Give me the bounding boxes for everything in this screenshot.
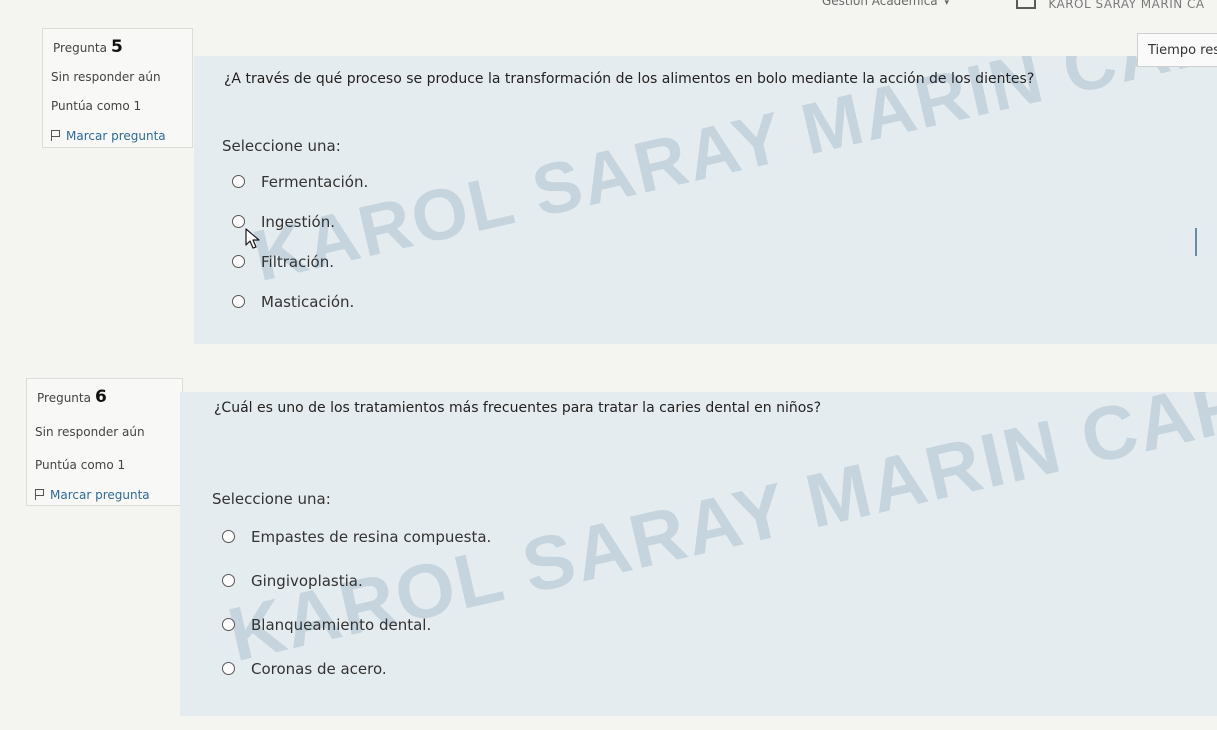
question-number: Pregunta 5 (53, 37, 123, 57)
timer-box: Tiempo res (1137, 33, 1217, 67)
question-content: KAROL SARAY MARIN CARRE ¿Cuál es uno de … (180, 392, 1217, 716)
side-decoration (1185, 210, 1217, 320)
flag-label: Marcar pregunta (66, 129, 166, 143)
question-info: Pregunta 6 Sin responder aún Puntúa como … (26, 378, 183, 506)
select-one-label: Seleccione una: (222, 137, 341, 155)
question-info: Pregunta 5 Sin responder aún Puntúa como … (42, 28, 193, 148)
answer-option[interactable]: Empastes de resina compuesta. (222, 528, 491, 572)
answer-option[interactable]: Filtración. (232, 253, 368, 293)
radio-empty-icon[interactable] (222, 530, 235, 543)
answer-option[interactable]: Coronas de acero. (222, 660, 491, 704)
question-text: ¿Cuál es uno de los tratamientos más fre… (214, 400, 822, 416)
question-grade: Puntúa como 1 (51, 99, 142, 113)
select-one-label: Seleccione una: (212, 490, 331, 508)
question-6: Pregunta 6 Sin responder aún Puntúa como … (0, 376, 1217, 716)
radio-empty-icon[interactable] (222, 574, 235, 587)
flag-label: Marcar pregunta (50, 488, 150, 502)
question-text: ¿A través de qué proceso se produce la t… (224, 71, 1035, 87)
user-menu[interactable]: KAROL SARAY MARIN CA (1016, 0, 1205, 11)
chevron-down-icon: ▾ (944, 0, 950, 8)
question-number: Pregunta 6 (37, 387, 107, 407)
timer-label: Tiempo res (1148, 43, 1217, 58)
radio-empty-icon[interactable] (232, 175, 245, 188)
top-navbar: Gestión Académica ▾ KAROL SARAY MARIN CA (0, 0, 1217, 14)
answer-option[interactable]: Fermentación. (232, 173, 368, 213)
flag-question-link[interactable]: Marcar pregunta (35, 488, 150, 502)
question-grade: Puntúa como 1 (35, 458, 126, 472)
flag-question-link[interactable]: Marcar pregunta (51, 129, 166, 143)
answer-list: Fermentación. Ingestión. Filtración. Mas… (232, 173, 368, 333)
answer-option[interactable]: Blanqueamiento dental. (222, 616, 491, 660)
question-state: Sin responder aún (35, 425, 145, 439)
watermark-text: KAROL SARAY MARIN CARRER (245, 56, 1217, 298)
question-5: Pregunta 5 Sin responder aún Puntúa como … (0, 26, 1217, 344)
flag-icon (51, 130, 60, 141)
answer-option[interactable]: Masticación. (232, 293, 368, 333)
bracket-icon (1195, 228, 1205, 256)
user-name: KAROL SARAY MARIN CA (1048, 0, 1205, 11)
gestion-academica-menu[interactable]: Gestión Académica ▾ (822, 0, 949, 8)
radio-empty-icon[interactable] (222, 662, 235, 675)
answer-option[interactable]: Gingivoplastia. (222, 572, 491, 616)
radio-empty-icon[interactable] (222, 618, 235, 631)
question-state: Sin responder aún (51, 70, 161, 84)
radio-empty-icon[interactable] (232, 215, 245, 228)
mouse-pointer-icon (245, 228, 260, 249)
flag-icon (35, 489, 44, 500)
radio-empty-icon[interactable] (232, 255, 245, 268)
menu-label: Gestión Académica (822, 0, 938, 8)
quiz-page: Gestión Académica ▾ KAROL SARAY MARIN CA… (0, 0, 1217, 730)
user-card-icon (1016, 0, 1036, 9)
question-content: KAROL SARAY MARIN CARRER ¿A través de qu… (194, 56, 1217, 344)
answer-list: Empastes de resina compuesta. Gingivopla… (222, 528, 491, 704)
radio-empty-icon[interactable] (232, 295, 245, 308)
